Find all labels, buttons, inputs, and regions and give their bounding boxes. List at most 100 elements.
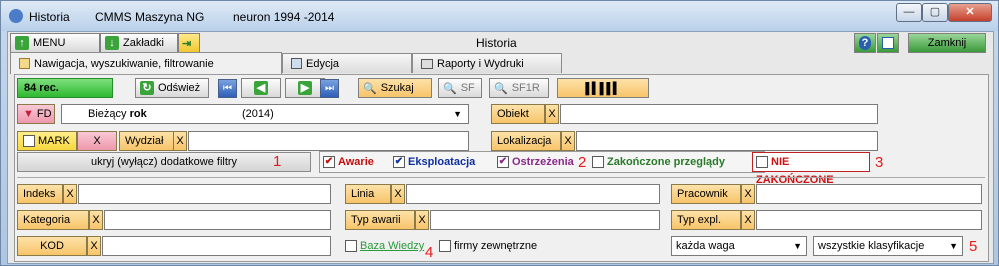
mark-clear-button[interactable]: X (77, 131, 117, 151)
divider (17, 177, 985, 178)
barcode-button[interactable]: ▌▍▌▌▍ (557, 78, 649, 98)
baza-wiedzy-check[interactable]: Baza Wiedzy (345, 240, 424, 253)
sf-label: SF (460, 82, 475, 94)
tab-navigation-label: Nawigacja, wyszukiwanie, filtrowanie (34, 57, 214, 70)
typ-expl-input[interactable] (756, 210, 982, 230)
baza-wiedzy-checkbox[interactable] (345, 240, 357, 253)
kategoria-input[interactable] (104, 210, 331, 230)
fd-label: FD (36, 108, 52, 120)
sf1r-label: SF1R (511, 82, 540, 94)
window-icon (882, 37, 894, 49)
prev-icon: ◀ (254, 81, 268, 95)
period-year: (2014) (242, 108, 274, 120)
linia-input[interactable] (406, 184, 660, 204)
tab-navigation[interactable]: Nawigacja, wyszukiwanie, filtrowanie (10, 52, 282, 74)
mark-checkbox[interactable] (23, 135, 35, 147)
firmy-checkbox[interactable] (439, 240, 451, 253)
wydzial-clear-button[interactable]: X (173, 131, 187, 151)
marker-1: 1 (273, 153, 282, 170)
close-panel-button[interactable]: Zamknij (908, 33, 986, 53)
help-button[interactable]: ? (854, 33, 876, 53)
chevron-down-icon: ▼ (949, 241, 958, 251)
kod-clear-button[interactable]: X (87, 236, 101, 256)
export-icon: ⇥ (182, 37, 192, 50)
minimize-button[interactable]: — (896, 3, 922, 22)
close-window-button[interactable]: ✕ (948, 3, 992, 22)
pracownik-label: Pracownik (671, 184, 741, 204)
kod-input[interactable] (102, 236, 331, 256)
eksploatacja-checkbox[interactable]: ✔ (393, 156, 405, 169)
wydzial-input[interactable] (188, 131, 469, 151)
panel-title: Historia (476, 36, 517, 50)
tab-reports-label: Raporty i Wydruki (437, 57, 524, 70)
firmy-label: firmy zewnętrzne (454, 240, 538, 252)
marker-4: 4 (425, 244, 434, 261)
awarie-check[interactable]: ✔ Awarie (323, 156, 374, 169)
obiekt-clear-button[interactable]: X (545, 104, 559, 124)
typ-awarii-input[interactable] (430, 210, 660, 230)
search-icon: 🔍 (494, 82, 508, 95)
search-button[interactable]: 🔍 Szukaj (358, 78, 432, 98)
nie-zakonczone-checkbox[interactable] (756, 156, 768, 169)
chevron-down-icon: ▼ (793, 241, 802, 251)
pracownik-input[interactable] (756, 184, 982, 204)
kategoria-label: Kategoria (17, 210, 89, 230)
linia-clear-button[interactable]: X (391, 184, 405, 204)
title-bar: Historia CMMS Maszyna NG neuron 1994 -20… (1, 1, 998, 31)
bookmarks-button[interactable]: ↓ Zakładki (100, 33, 178, 53)
indeks-clear-button[interactable]: X (63, 184, 77, 204)
indeks-input[interactable] (78, 184, 331, 204)
awarie-checkbox[interactable]: ✔ (323, 156, 335, 169)
mark-toggle[interactable]: MARK (17, 131, 77, 151)
maximize-button[interactable]: ▢ (922, 3, 948, 22)
tab-edit[interactable]: Edycja (282, 53, 412, 73)
first-record-button[interactable]: ⏮ (218, 79, 237, 98)
waga-select[interactable]: każda waga ▼ (671, 236, 807, 256)
sf-button[interactable]: 🔍 SF (438, 78, 482, 98)
window-button[interactable] (877, 33, 899, 53)
typ-expl-clear-button[interactable]: X (741, 210, 755, 230)
fd-button[interactable]: ▼ FD (17, 104, 55, 124)
ostrzezenia-check[interactable]: ✔ Ostrzeżenia (497, 156, 574, 169)
typ-awarii-clear-button[interactable]: X (415, 210, 429, 230)
refresh-button[interactable]: ↻ Odśwież (135, 78, 209, 98)
nie-zakonczone-toggle[interactable]: NIE ZAKOŃCZONE (752, 152, 870, 186)
sf1r-button[interactable]: 🔍 SF1R (489, 78, 549, 98)
zakonczone-label: Zakończone przeglądy (607, 156, 725, 168)
period-select[interactable]: Bieżący rok (2014) ▼ (61, 104, 469, 124)
ostrzezenia-label: Ostrzeżenia (512, 156, 574, 168)
kategoria-clear-button[interactable]: X (89, 210, 103, 230)
obiekt-label: Obiekt (491, 104, 545, 124)
next-record-button[interactable]: ▶ (285, 78, 325, 98)
prev-record-button[interactable]: ◀ (241, 78, 281, 98)
zakonczone-checkbox[interactable] (592, 156, 604, 169)
user-info: neuron 1994 -2014 (233, 10, 335, 24)
barcode-icon: ▌▍▌▌▍ (585, 82, 621, 95)
printer-icon (421, 58, 433, 69)
tab-reports[interactable]: Raporty i Wydruki (412, 53, 562, 73)
export-button[interactable]: ⇥ (178, 33, 200, 53)
baza-wiedzy-link[interactable]: Baza Wiedzy (360, 240, 424, 252)
ostrzezenia-checkbox[interactable]: ✔ (497, 156, 509, 169)
db-name: CMMS Maszyna NG (95, 10, 205, 24)
period-label: Bieżący (88, 108, 127, 120)
next-icon: ▶ (298, 81, 312, 95)
edit-icon (291, 58, 302, 69)
eksploatacja-check[interactable]: ✔ Eksploatacja (393, 156, 475, 169)
search-icon: 🔍 (363, 82, 377, 95)
menu-button[interactable]: ↑ MENU (10, 33, 100, 53)
pracownik-clear-button[interactable]: X (741, 184, 755, 204)
last-record-button[interactable]: ⏭ (320, 79, 339, 98)
hide-filters-button[interactable]: ukryj (wyłącz) dodatkowe filtry (17, 152, 311, 172)
marker-3: 3 (875, 154, 884, 171)
klasyfikacje-value: wszystkie klasyfikacje (818, 240, 925, 252)
firmy-check[interactable]: firmy zewnętrzne (439, 240, 538, 253)
marker-2: 2 (578, 154, 587, 171)
obiekt-input[interactable] (560, 104, 878, 124)
klasyfikacje-select[interactable]: wszystkie klasyfikacje ▼ (813, 236, 963, 256)
zakonczone-check[interactable]: Zakończone przeglądy (592, 156, 725, 169)
chevron-down-icon: ▼ (453, 109, 462, 119)
lokalizacja-clear-button[interactable]: X (561, 131, 575, 151)
app-icon (9, 9, 23, 23)
lokalizacja-input[interactable] (576, 131, 878, 151)
